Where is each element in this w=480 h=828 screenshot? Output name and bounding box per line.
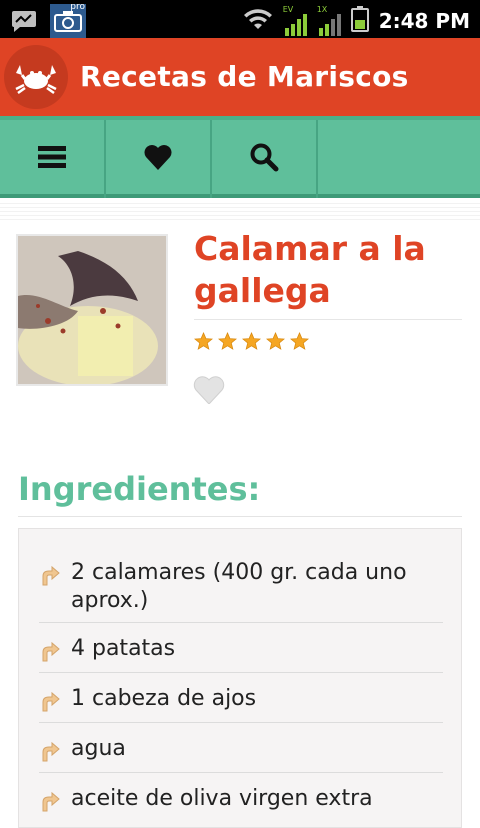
app-title: Recetas de Mariscos [80,60,409,93]
signal-1x-icon: 1X [316,5,341,36]
list-item: aceite de oliva virgen extra [39,785,443,823]
star-icon [265,331,286,355]
ingredients-heading: Ingredientes: [18,470,261,508]
list-item: 2 calamares (400 gr. cada uno aprox.) [39,559,443,623]
favorites-button[interactable] [106,120,212,198]
app-bar: Recetas de Mariscos [0,38,480,116]
ingredients-divider [18,516,462,517]
heart-icon [143,144,173,174]
status-bar: pro EV 1X 2:48 PM [0,0,480,38]
star-icon [289,331,310,355]
ingredient-text: 2 calamares (400 gr. cada uno aprox.) [71,560,407,613]
rating-stars [193,331,310,355]
menu-icon [38,146,66,172]
ingredient-text: agua [71,736,126,761]
bullet-arrow-icon [39,741,61,763]
ingredients-list: 2 calamares (400 gr. cada uno aprox.) 4 … [18,528,462,828]
ingredient-text: aceite de oliva virgen extra [71,786,373,811]
battery-icon [350,6,369,36]
list-item: 1 cabeza de ajos [39,685,443,723]
title-divider [194,319,462,320]
crab-icon[interactable] [4,45,68,109]
signal-ev-icon: EV [282,5,307,36]
ingredient-text: 4 patatas [71,636,176,661]
star-icon [193,331,214,355]
menu-button[interactable] [0,120,106,198]
bullet-arrow-icon [39,791,61,813]
signal-1x-label: 1X [316,5,328,14]
toolbar [0,116,480,198]
system-icons: EV 1X 2:48 PM [243,5,470,36]
favorite-heart-icon[interactable] [193,376,225,406]
signal-ev-label: EV [282,5,294,14]
bullet-arrow-icon [39,565,61,587]
search-button[interactable] [212,120,318,198]
search-icon [249,142,279,176]
wifi-icon [243,7,273,35]
recipe-photo [16,234,168,386]
recipe-title: Calamar a la gallega [194,229,426,310]
ingredient-text: 1 cabeza de ajos [71,686,257,711]
bullet-arrow-icon [39,691,61,713]
messaging-icon [10,7,38,35]
list-item: agua [39,735,443,773]
star-icon [241,331,262,355]
pro-badge: pro [70,2,85,12]
section-divider [0,200,480,220]
clock: 2:48 PM [378,9,470,33]
notification-icons: pro [10,2,86,38]
camera-pro-icon: pro [50,2,86,38]
star-icon [217,331,238,355]
list-item: 4 patatas [39,635,443,673]
bullet-arrow-icon [39,641,61,663]
